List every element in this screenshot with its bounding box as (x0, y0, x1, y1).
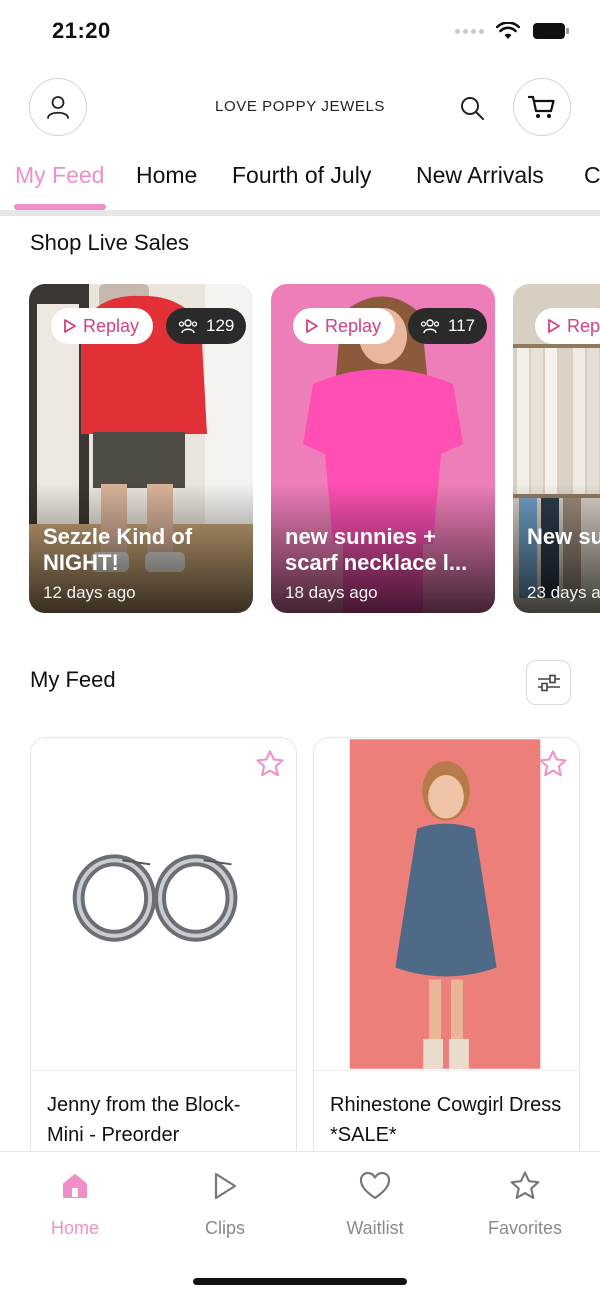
live-card-time: 12 days ago (43, 583, 136, 602)
play-icon (548, 319, 560, 333)
live-card-title: Sezzle Kind of NIGHT! (43, 524, 193, 575)
cart-button[interactable] (513, 78, 571, 136)
brand-name: LOVE POPPY JEWELS (215, 98, 385, 115)
star-icon (256, 750, 284, 777)
app-header: LOVE POPPY JEWELS (0, 78, 600, 138)
star-icon (539, 750, 567, 777)
viewer-count-badge: 117 (408, 308, 488, 344)
tab-home[interactable]: Home (136, 162, 197, 189)
viewers-icon (420, 319, 440, 334)
nav-item-favorites[interactable]: Favorites (470, 1168, 580, 1239)
play-icon (306, 319, 318, 333)
live-card-time: 18 days ago (285, 583, 378, 602)
replay-label: Rep (567, 315, 600, 336)
replay-button[interactable]: Rep (535, 308, 600, 344)
live-sales-title: Shop Live Sales (30, 230, 189, 255)
live-sales-carousel[interactable]: Replay 129 Sezzle Kind of NIGHT! 12 days… (0, 284, 600, 614)
heart-icon (359, 1171, 391, 1200)
search-icon (461, 97, 484, 120)
home-icon (63, 1174, 87, 1198)
product-divider (31, 1070, 296, 1071)
replay-button[interactable]: Replay (293, 308, 396, 344)
nav-item-home[interactable]: Home (20, 1168, 130, 1239)
cellular-signal-icon (455, 28, 484, 34)
play-icon (214, 1172, 237, 1200)
nav-item-clips[interactable]: Clips (170, 1168, 280, 1239)
filter-button[interactable] (526, 660, 571, 705)
sliders-icon (537, 674, 560, 691)
product-name: Jenny from the Block- Mini - Preorder (47, 1094, 241, 1146)
tab-more[interactable]: C (584, 162, 600, 189)
tabs-divider (0, 210, 600, 216)
replay-label: Replay (325, 315, 382, 336)
wifi-icon (496, 22, 520, 39)
category-tabs: My Feed Home Fourth of July New Arrivals… (0, 158, 600, 216)
cart-icon (528, 95, 555, 118)
viewers-icon (178, 319, 198, 334)
live-card[interactable]: Replay 129 Sezzle Kind of NIGHT! 12 days… (29, 284, 253, 613)
live-card[interactable]: Rep New su clothe 23 days a (513, 284, 600, 613)
bottom-navigation: Home Clips Waitlist Favorites (0, 1151, 600, 1299)
live-card-title: new sunnies + scarf necklace l... (285, 524, 468, 575)
live-card-title: New su clothe (527, 524, 600, 549)
viewer-count-badge: 129 (166, 308, 247, 344)
home-indicator (193, 1278, 407, 1285)
product-image (314, 739, 579, 1069)
nav-label-favorites: Favorites (487, 1218, 563, 1238)
replay-button[interactable]: Replay (51, 308, 154, 344)
product-divider (314, 1070, 579, 1071)
tab-my-feed[interactable]: My Feed (15, 162, 104, 189)
nav-label-home: Home (50, 1218, 99, 1238)
star-icon (510, 1171, 540, 1199)
product-image (31, 739, 296, 1069)
product-name: Rhinestone Cowgirl Dress *SALE* (330, 1094, 562, 1146)
tab-fourth-of-july[interactable]: Fourth of July (232, 162, 371, 189)
favorite-star-button[interactable] (535, 746, 571, 782)
live-card[interactable]: Replay 117 new sunnies + scarf necklace … (271, 284, 495, 613)
status-time: 21:20 (52, 18, 111, 43)
nav-label-clips: Clips (204, 1218, 245, 1238)
battery-icon (533, 23, 569, 39)
viewer-count: 129 (206, 316, 235, 335)
favorite-star-button[interactable] (252, 746, 288, 782)
my-feed-title: My Feed (30, 667, 116, 692)
search-button[interactable] (455, 91, 489, 125)
product-card[interactable]: Jenny from the Block- Mini - Preorder (30, 737, 297, 1177)
status-bar: 21:20 (0, 0, 600, 64)
tab-new-arrivals[interactable]: New Arrivals (416, 162, 544, 189)
nav-item-waitlist[interactable]: Waitlist (320, 1168, 430, 1239)
live-card-time: 23 days a (527, 583, 600, 602)
product-card[interactable]: Rhinestone Cowgirl Dress *SALE* (313, 737, 580, 1177)
nav-label-waitlist: Waitlist (346, 1218, 404, 1238)
viewer-count: 117 (448, 316, 476, 335)
status-icons (455, 22, 570, 40)
replay-label: Replay (83, 315, 140, 336)
play-icon (64, 319, 76, 333)
